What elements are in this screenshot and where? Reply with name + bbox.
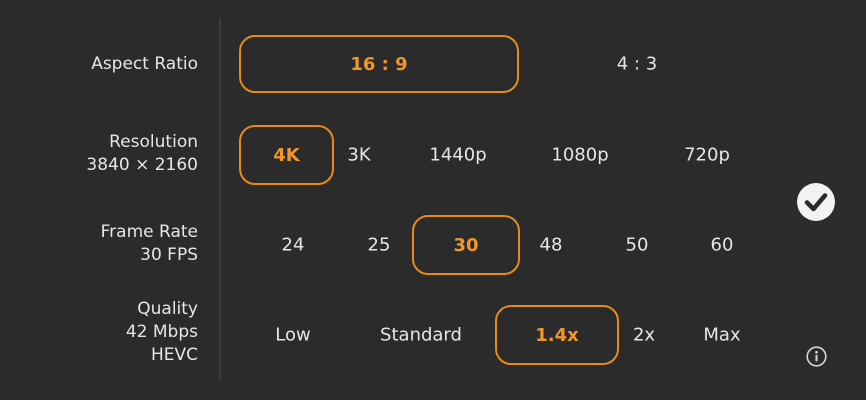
quality-option-2x[interactable]: 2x — [633, 325, 655, 346]
resolution-option-4k-label: 4K — [273, 144, 300, 166]
quality-label: Quality — [137, 299, 198, 319]
quality-label-group: Quality 42 Mbps HEVC — [126, 298, 198, 367]
frame-rate-option-48[interactable]: 48 — [540, 235, 563, 256]
frame-rate-option-25[interactable]: 25 — [368, 235, 391, 256]
quality-option-max[interactable]: Max — [703, 325, 740, 346]
quality-option-1-4x[interactable]: 1.4x — [495, 305, 619, 365]
aspect-option-16-9[interactable]: 16 : 9 — [239, 35, 519, 93]
quality-bitrate: 42 Mbps — [125, 322, 198, 342]
frame-rate-option-50[interactable]: 50 — [626, 235, 649, 256]
resolution-option-4k[interactable]: 4K — [239, 125, 334, 185]
resolution-option-720p[interactable]: 720p — [684, 145, 730, 166]
aspect-ratio-label-group: Aspect Ratio — [91, 53, 198, 76]
frame-rate-label: Frame Rate — [100, 222, 198, 242]
resolution-value: 3840 × 2160 — [86, 155, 198, 175]
frame-rate-option-30-label: 30 — [453, 234, 479, 256]
resolution-label-group: Resolution 3840 × 2160 — [86, 131, 198, 177]
resolution-option-3k[interactable]: 3K — [347, 145, 370, 166]
aspect-option-4-3[interactable]: 4 : 3 — [617, 54, 657, 75]
frame-rate-option-30[interactable]: 30 — [412, 215, 520, 275]
resolution-label: Resolution — [109, 132, 198, 152]
frame-rate-label-group: Frame Rate 30 FPS — [101, 221, 198, 267]
aspect-ratio-label: Aspect Ratio — [91, 54, 198, 74]
checkmark-circle-icon[interactable] — [797, 183, 835, 221]
vertical-divider — [219, 18, 221, 380]
frame-rate-option-24[interactable]: 24 — [282, 235, 305, 256]
info-glyph — [806, 346, 827, 367]
resolution-option-1080p[interactable]: 1080p — [551, 145, 608, 166]
checkmark-glyph — [804, 193, 828, 212]
quality-option-standard[interactable]: Standard — [380, 325, 462, 346]
frame-rate-option-60[interactable]: 60 — [711, 235, 734, 256]
quality-option-low[interactable]: Low — [275, 325, 310, 346]
frame-rate-value: 30 FPS — [140, 245, 198, 265]
quality-option-1-4x-label: 1.4x — [535, 324, 579, 346]
aspect-option-16-9-label: 16 : 9 — [350, 53, 408, 75]
quality-codec: HEVC — [150, 345, 198, 365]
info-icon[interactable] — [806, 346, 827, 367]
resolution-option-1440p[interactable]: 1440p — [429, 145, 486, 166]
